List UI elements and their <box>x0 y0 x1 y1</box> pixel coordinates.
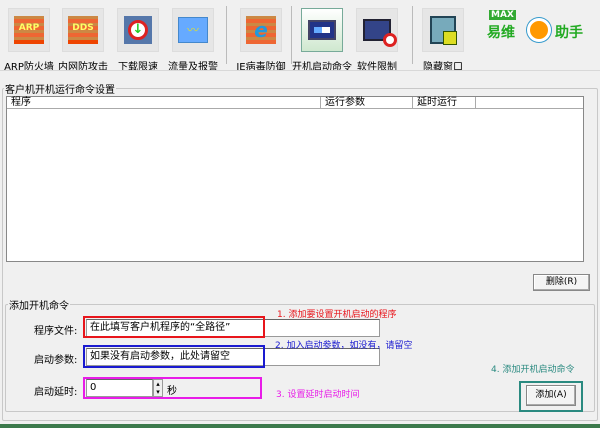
logo-mascot-icon <box>527 18 551 42</box>
toolbar-startup-command[interactable]: 开机启动命令 <box>292 6 352 73</box>
annotation-4: 4. 添加开机启动命令 <box>491 365 575 375</box>
toolbar-intranet-defense[interactable]: DDS 内网防攻击 <box>57 6 109 73</box>
toolbar-software-limit[interactable]: 软件限制 <box>351 6 403 73</box>
startup-command-icon <box>301 8 343 52</box>
download-limit-icon: ↓ <box>117 8 159 52</box>
toolbar-download-limit[interactable]: ↓ 下载限速 <box>112 6 164 73</box>
app-logo: MAX 易维 助手 <box>487 10 583 42</box>
add-group-title: 添加开机命令 <box>8 297 70 312</box>
column-header-params[interactable]: 运行参数 <box>321 97 413 109</box>
annotation-box-3 <box>83 377 262 399</box>
toolbar-traffic-alarm[interactable]: 〰 流量及报警 <box>167 6 219 73</box>
annotation-3: 3. 设置延时启动时间 <box>276 390 360 400</box>
startup-command-table[interactable]: 程序 运行参数 延时运行 <box>6 96 584 262</box>
params-label: 启动参数: <box>34 355 78 366</box>
arp-firewall-icon: ARP <box>8 8 50 52</box>
program-file-label: 程序文件: <box>34 326 78 337</box>
toolbar-separator <box>291 6 292 64</box>
ie-virus-defense-icon: e <box>240 8 282 52</box>
column-header-delay[interactable]: 延时运行 <box>413 97 476 109</box>
annotation-1: 1. 添加要设置开机启动的程序 <box>277 310 397 320</box>
traffic-alarm-icon: 〰 <box>172 8 214 52</box>
hide-window-icon <box>422 8 464 52</box>
window-bottom-border <box>0 424 600 428</box>
toolbar-ie-virus-defense[interactable]: e IE病毒防御 <box>235 6 287 73</box>
toolbar-separator <box>226 6 227 64</box>
toolbar-arp-firewall[interactable]: ARP ARP防火墙 <box>3 6 55 73</box>
add-button[interactable]: 添加(A) <box>526 385 576 406</box>
annotation-box-2 <box>83 345 265 368</box>
toolbar-divider <box>0 70 600 71</box>
toolbar-separator <box>412 6 413 64</box>
intranet-defense-icon: DDS <box>62 8 104 52</box>
toolbar-hide-window[interactable]: 隐藏窗口 <box>417 6 469 73</box>
software-limit-icon <box>356 8 398 52</box>
delay-label: 启动延时: <box>34 387 78 398</box>
column-header-program[interactable]: 程序 <box>7 97 321 109</box>
column-header-empty <box>476 97 583 109</box>
annotation-2: 2. 加入启动参数，如没有，请留空 <box>275 341 413 351</box>
annotation-box-1 <box>83 316 265 338</box>
delete-button[interactable]: 删除(R) <box>533 274 590 291</box>
list-group-title: 客户机开机运行命令设置 <box>4 81 116 96</box>
